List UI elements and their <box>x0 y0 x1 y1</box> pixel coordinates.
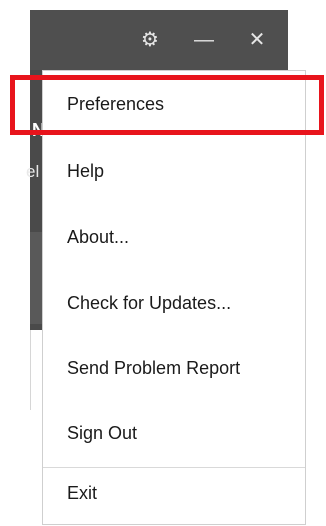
gear-icon[interactable]: ⚙ <box>138 28 162 52</box>
title-bar: ⚙ — ✕ <box>30 10 288 70</box>
menu-item-exit[interactable]: Exit <box>43 468 305 518</box>
menu-item-check-for-updates[interactable]: Check for Updates... <box>43 278 305 328</box>
screenshot-stage: N el ⚙ — ✕ Preferences Help About... Che… <box>0 0 326 526</box>
minimize-icon[interactable]: — <box>192 28 216 52</box>
background-text-peek: el <box>26 162 40 181</box>
menu-item-send-problem-report[interactable]: Send Problem Report <box>43 343 305 393</box>
close-icon[interactable]: ✕ <box>245 28 269 52</box>
menu-item-about[interactable]: About... <box>43 212 305 262</box>
settings-dropdown-menu: Preferences Help About... Check for Upda… <box>42 70 306 525</box>
menu-item-preferences[interactable]: Preferences <box>43 79 305 129</box>
menu-item-sign-out[interactable]: Sign Out <box>43 408 305 458</box>
menu-item-help[interactable]: Help <box>43 146 305 196</box>
